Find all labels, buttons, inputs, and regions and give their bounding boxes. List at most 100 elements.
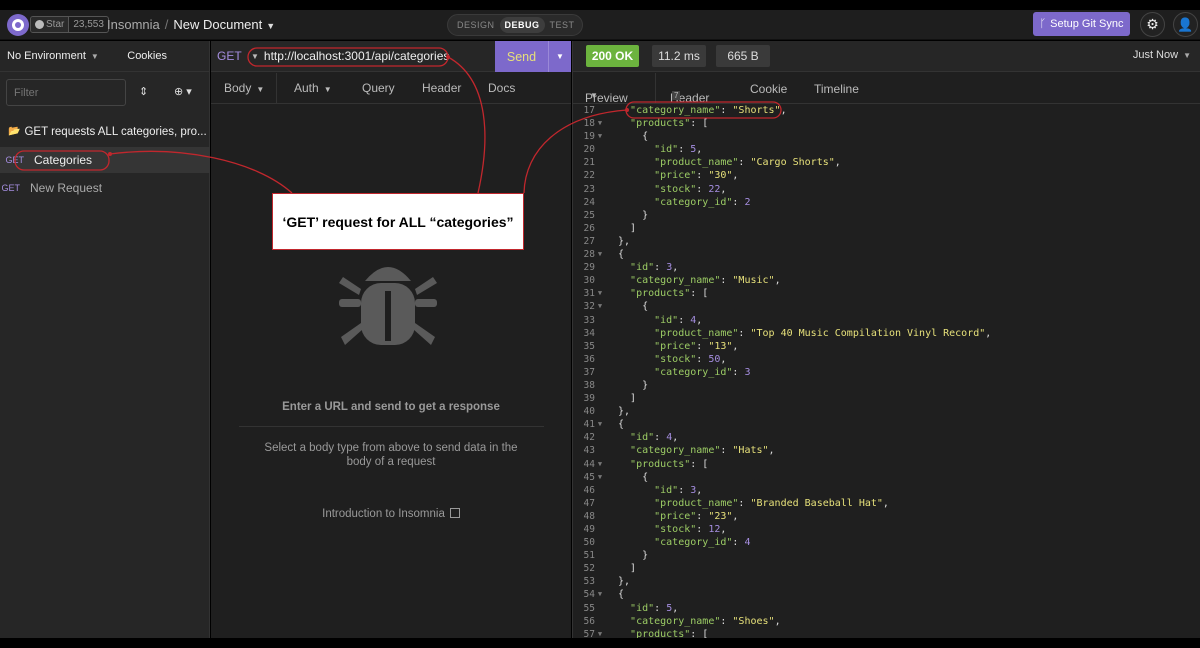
tab-header[interactable]: Header [422, 81, 461, 95]
send-button[interactable]: Send ▼ [495, 41, 571, 72]
json-punctuation: { [618, 589, 625, 601]
json-punctuation: , [672, 432, 679, 444]
breadcrumb-document[interactable]: New Document [173, 17, 262, 32]
line-number: 51 [583, 550, 595, 562]
fold-chevron-icon[interactable]: ▼ [595, 588, 605, 601]
request-name: New Request [30, 181, 103, 195]
git-sync-label: Setup Git Sync [1050, 18, 1124, 30]
json-punctuation: ] [630, 222, 637, 234]
filter-input[interactable] [6, 79, 126, 106]
method-selector[interactable]: GET [211, 49, 251, 63]
request-folder[interactable]: 📂 GET requests ALL categories, pro... [0, 121, 210, 142]
tab-divider [276, 73, 277, 104]
send-options-chevron-icon[interactable]: ▼ [548, 41, 571, 72]
code-line: 39 ] [573, 392, 1200, 405]
code-text: "category_name": "Hats", [605, 444, 775, 457]
fold-gutter [595, 405, 605, 418]
add-plus-dropdown-icon[interactable]: ⊕ ▾ [174, 85, 192, 98]
insomnia-logo-icon[interactable] [7, 14, 29, 36]
line-number: 27 [583, 235, 595, 247]
fold-chevron-icon[interactable]: ▼ [595, 248, 605, 261]
line-number: 18 [583, 118, 595, 130]
fold-chevron-icon[interactable]: ▼ [595, 471, 605, 484]
code-text: "id": 3, [605, 484, 702, 497]
breadcrumb-workspace[interactable]: Insomnia [107, 17, 160, 32]
request-name: Categories [34, 153, 93, 167]
fold-chevron-icon[interactable]: ▼ [595, 287, 605, 300]
json-punctuation: : [732, 196, 745, 208]
code-text: ] [605, 562, 636, 575]
cookies-button[interactable]: Cookies [127, 50, 167, 62]
json-key: "id" [654, 144, 679, 156]
json-string: "Hats" [732, 445, 769, 457]
line-number: 33 [583, 314, 595, 326]
line-number: 55 [583, 602, 595, 614]
tab-body[interactable]: Body ▼ [224, 81, 264, 95]
fold-gutter [595, 549, 605, 562]
fold-gutter [595, 379, 605, 392]
chevron-down-icon[interactable]: ▼ [266, 21, 275, 31]
tab-body-label: Body [224, 81, 252, 95]
tab-auth[interactable]: Auth ▼ [294, 81, 332, 95]
mode-debug[interactable]: DEBUG [499, 17, 545, 33]
json-punctuation: : [720, 615, 733, 627]
user-account-icon[interactable]: 👤 [1173, 12, 1198, 37]
json-punctuation: : [696, 510, 709, 522]
code-line: 30 "category_name": "Music", [573, 274, 1200, 287]
sidebar-request-new-request[interactable]: GET New Request [0, 175, 210, 201]
fold-chevron-icon[interactable]: ▼ [595, 458, 605, 471]
json-punctuation: : [ [690, 288, 709, 300]
json-number: 22 [708, 183, 721, 195]
code-line: 25 } [573, 209, 1200, 222]
code-line: 56 "category_name": "Shoes", [573, 615, 1200, 628]
code-line: 50 "category_id": 4 [573, 536, 1200, 549]
sidebar-request-categories[interactable]: GET Categories [0, 147, 210, 173]
tab-timeline[interactable]: Timeline [814, 82, 859, 96]
code-text: { [605, 418, 624, 431]
chevron-down-icon[interactable]: ▼ [251, 52, 259, 61]
tab-auth-label: Auth [294, 81, 319, 95]
url-input[interactable]: http://localhost:3001/api/categories [264, 49, 449, 63]
response-history-dropdown[interactable]: Just Now ▼ [1133, 49, 1191, 61]
code-line: 29 "id": 3, [573, 261, 1200, 274]
setup-git-sync-button[interactable]: ᚴ Setup Git Sync [1033, 12, 1130, 36]
line-number: 24 [583, 196, 595, 208]
fold-chevron-icon[interactable]: ▼ [595, 117, 605, 130]
code-text: "stock": 22, [605, 183, 726, 196]
sort-icon[interactable]: ⇕ [139, 85, 148, 98]
fold-gutter [595, 497, 605, 510]
line-number: 22 [583, 170, 595, 182]
code-line: 19 ▼ { [573, 130, 1200, 143]
code-text: "id": 5, [605, 143, 702, 156]
tab-cookie[interactable]: Cookie [750, 82, 787, 96]
github-star-badge[interactable]: Star 23,553 [30, 16, 109, 33]
code-text: ] [605, 222, 636, 235]
json-string: "Shorts" [732, 105, 781, 116]
tab-query[interactable]: Query [362, 81, 395, 95]
code-line: 37 "category_id": 3 [573, 366, 1200, 379]
response-body-viewer[interactable]: 17 "category_name": "Shorts", 18 ▼ "produc… [573, 104, 1200, 638]
fold-chevron-icon[interactable]: ▼ [595, 130, 605, 143]
response-status-bar: 200 OK 11.2 ms 665 B Just Now ▼ [573, 41, 1200, 72]
introduction-link[interactable]: Introduction to Insomnia [211, 508, 571, 520]
json-punctuation: : [ [690, 628, 709, 638]
line-number: 34 [583, 327, 595, 339]
json-punctuation: : [ [690, 458, 709, 470]
fold-gutter [595, 510, 605, 523]
code-line: 24 "category_id": 2 [573, 196, 1200, 209]
code-line: 26 ] [573, 222, 1200, 235]
fold-chevron-icon[interactable]: ▼ [595, 300, 605, 313]
environment-row: No Environment ▼ Cookies [0, 41, 209, 72]
fold-chevron-icon[interactable]: ▼ [595, 628, 605, 638]
code-text: "products": [ [605, 117, 708, 130]
mode-design[interactable]: DESIGN [452, 17, 500, 33]
settings-gear-icon[interactable]: ⚙ [1140, 12, 1165, 37]
environment-dropdown[interactable]: No Environment ▼ [7, 50, 99, 62]
mode-test[interactable]: TEST [545, 17, 580, 33]
tab-docs[interactable]: Docs [488, 81, 515, 95]
folder-open-icon: 📂 [8, 126, 21, 137]
fold-chevron-icon[interactable]: ▼ [595, 418, 605, 431]
status-badge: 200 OK [586, 45, 639, 67]
json-punctuation: : [696, 353, 709, 365]
json-punctuation: , [774, 275, 781, 287]
